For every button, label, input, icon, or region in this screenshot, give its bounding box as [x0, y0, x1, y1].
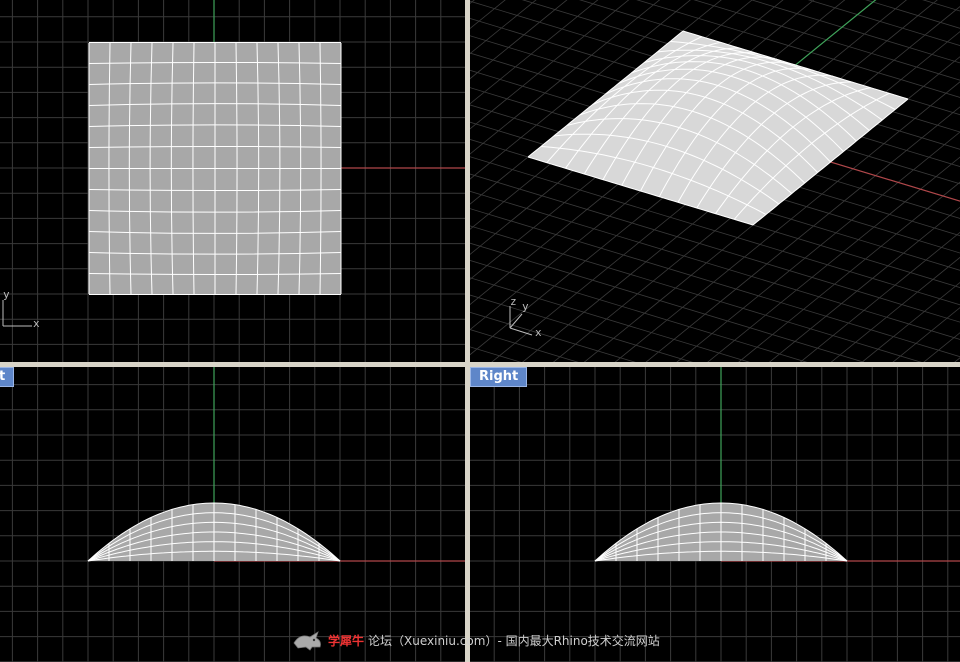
right-viewport[interactable]: Right: [470, 367, 960, 662]
rhino-logo-icon: [293, 631, 321, 651]
perspective-viewport[interactable]: z y x: [470, 0, 960, 362]
viewport-title-right[interactable]: Right: [470, 367, 528, 387]
axis-y-label: y: [3, 288, 10, 301]
watermark-text: 论坛（Xuexiniu.com）- 国内最大Rhino技术交流网站: [368, 633, 660, 648]
axis-y-label: y: [522, 300, 529, 313]
watermark: 学犀牛 论坛（Xuexiniu.com）- 国内最大Rhino技术交流网站: [292, 628, 660, 652]
axis-x-label: x: [535, 326, 542, 339]
axis-z-label: z: [510, 295, 517, 308]
top-viewport-canvas[interactable]: [0, 0, 465, 362]
surface-elevation[interactable]: [87, 502, 341, 562]
viewport-title-front[interactable]: t: [0, 367, 15, 387]
right-viewport-canvas[interactable]: [470, 367, 960, 662]
front-viewport[interactable]: t: [0, 367, 465, 662]
perspective-viewport-canvas[interactable]: [470, 0, 960, 362]
surface-elevation[interactable]: [594, 502, 848, 562]
front-viewport-canvas[interactable]: [0, 367, 465, 662]
surface-top[interactable]: [88, 42, 342, 295]
axis-x-label: x: [33, 317, 40, 330]
viewport-divider-vertical[interactable]: [465, 0, 470, 662]
top-viewport[interactable]: y x: [0, 0, 465, 362]
watermark-brand: 学犀牛: [328, 633, 365, 648]
